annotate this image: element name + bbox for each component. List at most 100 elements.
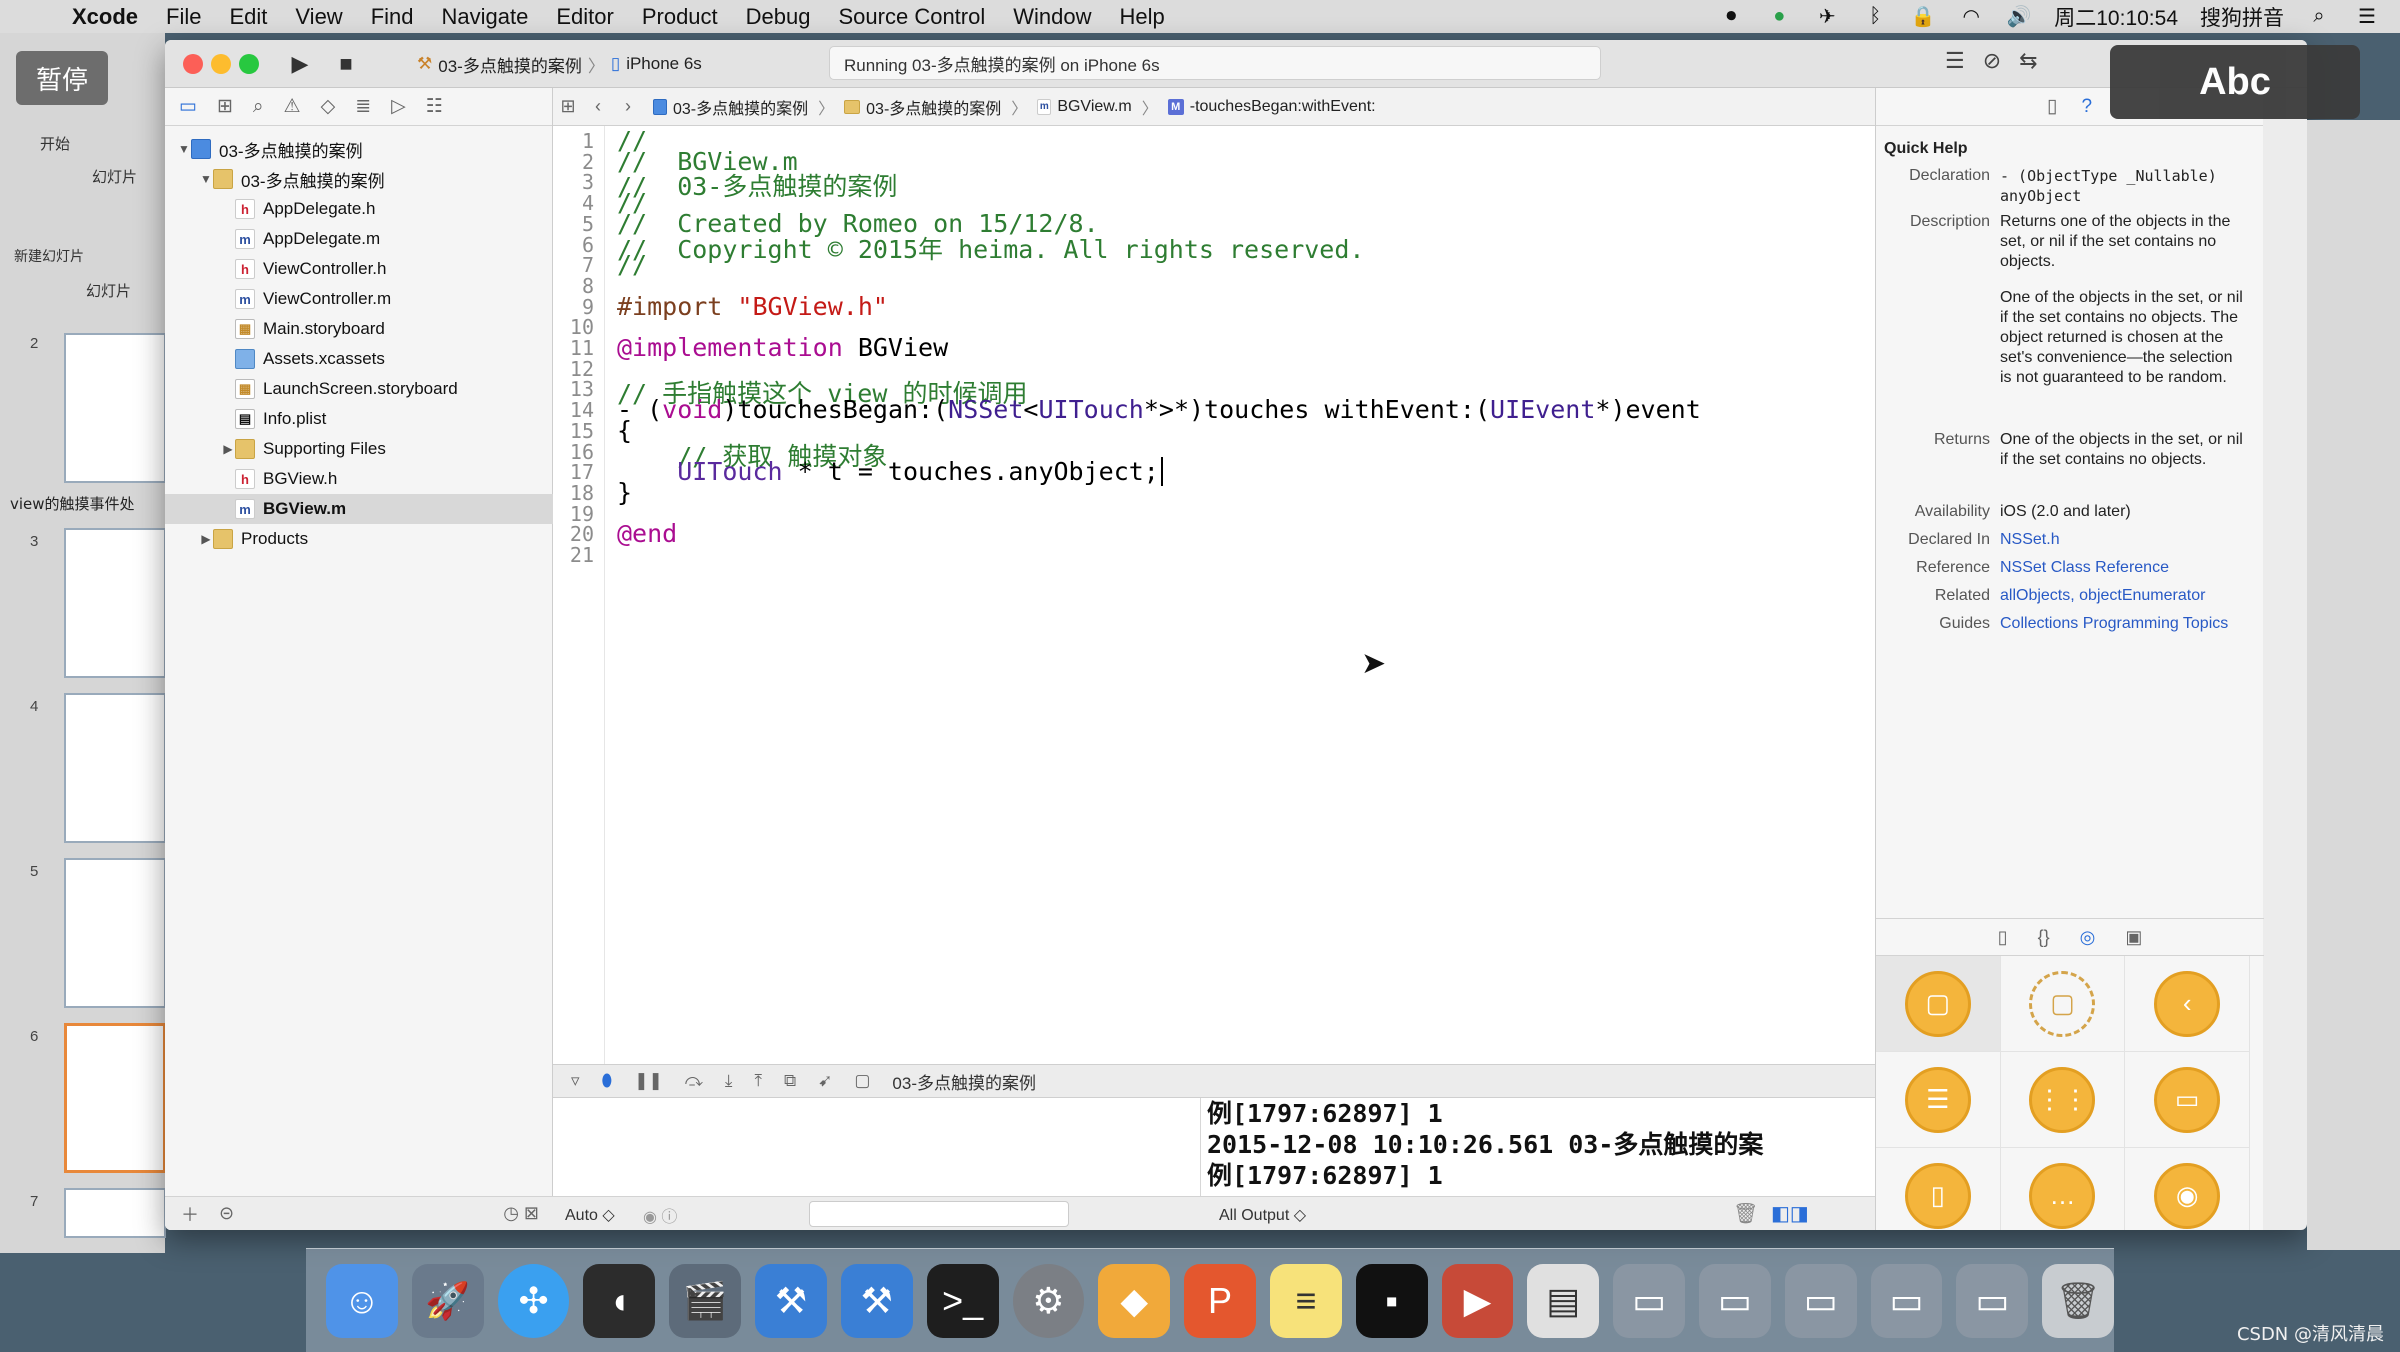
step-out-icon[interactable]: ⤒ (754, 1071, 762, 1091)
notification-center-icon[interactable]: ☰ (2354, 6, 2380, 28)
minimized-window-icon[interactable]: ▭ (1956, 1263, 2029, 1338)
hide-debug-area-icon[interactable]: ▿ (571, 1071, 580, 1091)
eye-icon[interactable]: ◉ ⓘ (643, 1203, 677, 1227)
variables-view[interactable] (553, 1098, 1201, 1196)
safari-icon[interactable]: ✣ (497, 1263, 570, 1338)
breadcrumb-file[interactable]: m BGView.m 〉 (1037, 95, 1158, 119)
tree-item[interactable]: h BGView.h (165, 464, 553, 494)
version-editor-icon[interactable]: ⇆ (2019, 48, 2037, 74)
spotlight-search-icon[interactable]: ⌕ (2306, 5, 2332, 28)
slide-thumbnail[interactable] (64, 858, 166, 1008)
test-navigator-icon[interactable]: ◇ (321, 95, 336, 118)
output-filter-selector[interactable]: All Output ◇ (1219, 1205, 1306, 1225)
clock[interactable]: 周二10:10:54 (2054, 2, 2178, 32)
trash-icon[interactable]: 🗑 (1733, 1201, 1758, 1226)
disclosure-triangle-icon[interactable]: ▼ (177, 142, 191, 156)
slide-thumbnail[interactable] (64, 528, 166, 678)
xcode-icon[interactable]: ⚒ (755, 1263, 827, 1338)
qh-link[interactable]: Collections Programming Topics (2000, 614, 2244, 634)
breakpoint-navigator-icon[interactable]: ▷ (391, 95, 406, 118)
disclosure-triangle-icon[interactable]: ▶ (221, 442, 235, 456)
qh-link[interactable]: NSSet.h (2000, 530, 2244, 550)
variables-filter-field[interactable] (809, 1201, 1069, 1227)
tree-item[interactable]: Assets.xcassets (165, 344, 553, 374)
bluetooth-icon[interactable]: ᛒ (1862, 5, 1888, 28)
tree-item[interactable]: ▤ Info.plist (165, 404, 553, 434)
menu-help[interactable]: Help (1106, 4, 1179, 30)
menu-file[interactable]: File (152, 4, 215, 30)
minimized-window-icon[interactable]: ▭ (1613, 1263, 1685, 1338)
breadcrumb-method[interactable]: M -touchesBegan:withEvent: (1167, 98, 1376, 116)
file-template-icon[interactable]: ▯ (1998, 927, 2008, 948)
menu-edit[interactable]: Edit (215, 4, 281, 30)
tree-item[interactable]: h AppDelegate.h (165, 194, 553, 224)
status-green-icon[interactable]: ● (1766, 5, 1792, 28)
quick-help-icon[interactable]: ? (2081, 96, 2092, 118)
menu-debug[interactable]: Debug (732, 4, 825, 30)
folder-icon[interactable]: ▭ (179, 95, 197, 118)
library-item[interactable]: ☰ (1876, 1052, 2001, 1148)
mouse-app-icon[interactable]: ◖ (583, 1263, 656, 1338)
forward-arrow-icon[interactable]: › (613, 96, 643, 117)
slide-thumbnail[interactable] (64, 693, 166, 843)
menu-app[interactable]: Xcode (58, 4, 152, 30)
instruments-icon[interactable]: ⚒ (840, 1263, 913, 1338)
pause-button[interactable]: 暂停 (16, 51, 108, 105)
media-library-icon[interactable]: ▣ (2125, 927, 2142, 948)
step-into-icon[interactable]: ⤓ (725, 1071, 733, 1091)
report-navigator-icon[interactable]: ☷ (426, 95, 443, 118)
stop-button[interactable]: ■ (331, 48, 361, 80)
minimize-window-button[interactable] (211, 54, 231, 74)
tree-item[interactable]: m BGView.m (165, 494, 553, 524)
disclosure-triangle-icon[interactable]: ▼ (199, 172, 213, 186)
tree-item[interactable]: ▦ LaunchScreen.storyboard (165, 374, 553, 404)
menu-product[interactable]: Product (628, 4, 732, 30)
new-slide-button[interactable]: 新建幻灯片 (14, 246, 84, 266)
library-item[interactable]: ◉ (2125, 1148, 2250, 1230)
slide-group-label[interactable]: view的触摸事件处 (10, 493, 135, 514)
close-window-button[interactable] (183, 54, 203, 74)
wifi-icon[interactable]: ◠ (1958, 6, 1984, 28)
scheme-selector[interactable]: ⚒ 03-多点触摸的案例 〉 ▯ iPhone 6s (417, 48, 702, 80)
menu-window[interactable]: Window (999, 4, 1105, 30)
library-item[interactable]: ▢ (1876, 956, 2001, 1052)
library-item[interactable]: … (2001, 1148, 2126, 1230)
menu-find[interactable]: Find (357, 4, 428, 30)
file-inspector-icon[interactable]: ▯ (2047, 95, 2057, 118)
photo-slideshow-icon[interactable]: 🎬 (669, 1263, 742, 1338)
screen-record-icon[interactable]: ⏺ (1718, 5, 1744, 28)
quicktime-icon[interactable]: ▶ (1441, 1263, 1514, 1338)
document-window-icon[interactable]: ▤ (1527, 1263, 1600, 1338)
breadcrumb-project[interactable]: 03-多点触摸的案例〉 (653, 95, 834, 119)
menu-view[interactable]: View (281, 4, 356, 30)
lock-icon[interactable]: 🔒 (1910, 6, 1936, 28)
menu-editor[interactable]: Editor (542, 4, 627, 30)
slide-thumbnail-selected[interactable] (64, 1023, 166, 1173)
minimized-window-icon[interactable]: ▭ (1784, 1263, 1857, 1338)
tree-item[interactable]: ▶ Supporting Files (165, 434, 553, 464)
input-method[interactable]: 搜狗拼音 (2200, 2, 2284, 32)
standard-editor-icon[interactable]: ☰ (1945, 48, 1965, 74)
finder-icon[interactable]: ☺ (326, 1263, 398, 1338)
object-library-icon[interactable]: ◎ (2080, 927, 2096, 948)
tree-item[interactable]: h ViewController.h (165, 254, 553, 284)
trash-icon[interactable]: 🗑 (2042, 1263, 2115, 1338)
qh-link[interactable]: NSSet Class Reference (2000, 558, 2244, 578)
run-button[interactable]: ▶ (285, 48, 315, 80)
tree-item[interactable]: ▼ 03-多点触摸的案例 (165, 134, 553, 164)
recent-files-icon[interactable]: ◷ ⊠ (503, 1203, 539, 1224)
library-item[interactable]: ⋮⋮ (2000, 1052, 2126, 1148)
symbol-navigator-icon[interactable]: ⊞ (217, 95, 233, 118)
volume-icon[interactable]: 🔊 (2006, 6, 2032, 28)
source-editor[interactable]: 1 2 3 4 5 6 7 8 9 10 11 12 13 14 15 16 17 18 19 20 21 // // … (553, 126, 1875, 1064)
step-over-icon[interactable]: ⤼ (685, 1071, 703, 1091)
notes-icon[interactable]: ≡ (1269, 1263, 1342, 1338)
code-snippet-icon[interactable]: {} (2038, 927, 2050, 948)
view-debugger-icon[interactable]: ⧉ (784, 1071, 796, 1091)
disclosure-triangle-icon[interactable]: ▶ (199, 532, 213, 546)
terminal-icon[interactable]: >_ (926, 1263, 999, 1338)
assistant-editor-icon[interactable]: ⊘ (1983, 48, 2001, 74)
breakpoints-toggle-icon[interactable]: ⬮ (602, 1071, 613, 1091)
library-item[interactable]: ‹ (2125, 956, 2250, 1052)
location-icon[interactable]: ➹ (818, 1071, 832, 1091)
